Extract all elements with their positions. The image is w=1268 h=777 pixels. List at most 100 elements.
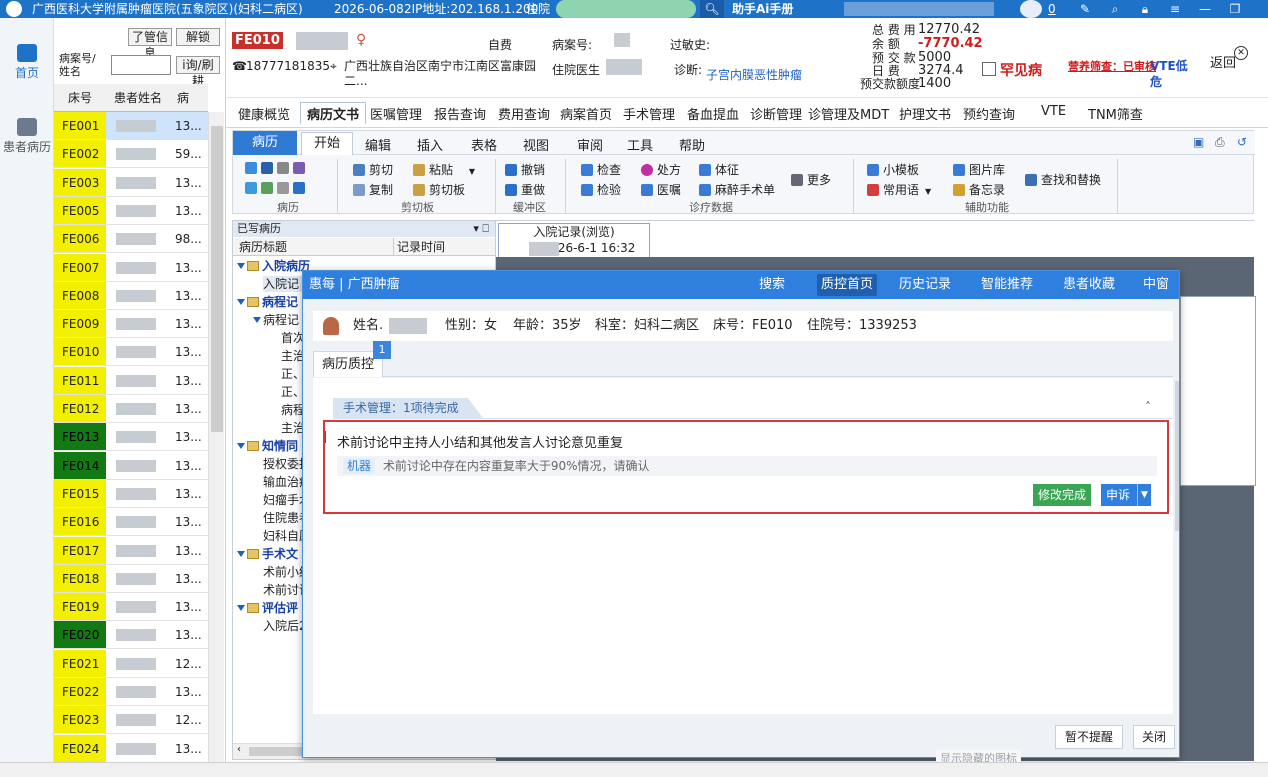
tree-node[interactable]: 入院病历 <box>237 258 310 274</box>
main-tab[interactable]: 报告查询 <box>434 104 486 123</box>
patient-row[interactable]: FE003 13... <box>54 168 208 197</box>
chevron-down-icon[interactable]: ▼ <box>1137 484 1151 506</box>
ai-manual-link[interactable]: 助手Ai手册 <box>732 0 793 18</box>
search-icon[interactable]: 🔍︎ <box>700 0 724 18</box>
chevron-left-icon[interactable]: ‹ <box>237 744 241 755</box>
rare-disease-checkbox[interactable] <box>982 62 996 76</box>
more-button[interactable]: 更多 <box>791 171 831 188</box>
main-tab[interactable]: VTE <box>1041 104 1066 119</box>
main-tab[interactable]: 预约查询 <box>963 104 1015 123</box>
exam-button[interactable]: 检查 <box>581 161 621 178</box>
main-tab[interactable]: 诊断管理 <box>750 104 802 123</box>
scroll-thumb[interactable] <box>211 126 223 432</box>
fix-complete-button[interactable]: 修改完成 <box>1033 484 1091 506</box>
expand-icon[interactable] <box>237 263 245 269</box>
qc-action[interactable]: 历史记录 <box>899 271 951 299</box>
main-tab[interactable]: TNM筛查 <box>1088 104 1143 123</box>
patient-row[interactable]: FE022 13... <box>54 678 208 706</box>
image-lib-button[interactable]: 图片库 <box>953 161 1005 178</box>
patient-row[interactable]: FE015 13... <box>54 479 208 508</box>
redo-button[interactable]: 重做 <box>505 181 545 198</box>
close-button[interactable]: 关闭 <box>1133 725 1175 749</box>
patient-row[interactable]: FE010 13... <box>54 338 208 367</box>
ribbon-tab[interactable]: 帮助 <box>679 135 705 154</box>
patient-row[interactable]: FE014 13... <box>54 451 208 480</box>
expand-icon[interactable] <box>237 605 245 611</box>
tree-node[interactable]: 手术文 <box>237 546 298 562</box>
print-icon[interactable]: ⎙ <box>1215 135 1225 150</box>
patient-row[interactable]: FE001 13... <box>54 112 208 140</box>
pin-icon[interactable]: ▾ ⎕ <box>473 221 489 237</box>
close-circle-icon[interactable]: ✕ <box>1234 46 1248 60</box>
prescription-button[interactable]: 处方 <box>641 161 681 178</box>
patient-row[interactable]: FE023 12... <box>54 706 208 735</box>
qc-action[interactable]: 质控首页 <box>817 274 878 296</box>
ribbon-tab[interactable]: 审阅 <box>577 135 603 154</box>
main-tab[interactable]: 健康概览 <box>238 104 290 123</box>
user-avatar-icon[interactable] <box>1020 0 1042 18</box>
patient-row[interactable]: FE019 13... <box>54 593 208 622</box>
manage-info-button[interactable]: 了管信息 <box>128 28 172 60</box>
mute-button[interactable]: 暂不提醒 <box>1055 725 1123 749</box>
patient-row[interactable]: FE006 98... <box>54 225 208 254</box>
query-refresh-button[interactable]: i询/刷耕 <box>176 56 220 88</box>
col-bed[interactable]: 床号 <box>68 84 92 112</box>
cut-button[interactable]: 剪切 <box>353 161 393 178</box>
bottom-scrollbar[interactable] <box>0 762 1268 777</box>
col-name[interactable]: 患者姓名 <box>114 84 162 112</box>
patient-row[interactable]: FE013 13... <box>54 423 208 452</box>
qc-action[interactable]: 智能推荐 <box>981 271 1033 299</box>
patient-row[interactable]: FE009 13... <box>54 310 208 339</box>
nutrition-screening[interactable]: 营养筛查：已审核 <box>1068 58 1156 74</box>
main-tab[interactable]: 护理文书 <box>899 104 951 123</box>
user-count[interactable]: 0 <box>1048 0 1056 18</box>
patient-row[interactable]: FE024 13... <box>54 734 208 763</box>
tree-node[interactable]: 病程记 <box>253 312 299 328</box>
qc-action[interactable]: 搜索 <box>759 271 785 299</box>
main-tab[interactable]: 诊管理及MDT <box>808 104 889 123</box>
new-doc-button[interactable] <box>245 161 309 175</box>
main-tab[interactable]: 费用查询 <box>498 104 550 123</box>
unlock-button[interactable]: 解锁 <box>176 28 220 46</box>
expand-icon[interactable] <box>253 317 261 323</box>
patient-row[interactable]: FE012 13... <box>54 395 208 423</box>
patient-list-scrollbar[interactable] <box>208 112 224 777</box>
test-button[interactable]: 检验 <box>581 181 621 198</box>
refresh-icon[interactable]: ↺ <box>1237 135 1247 149</box>
patient-row[interactable]: FE020 13... <box>54 621 208 650</box>
memo-button[interactable]: 备忘录 <box>953 181 1005 198</box>
vte-risk[interactable]: VTE低危 <box>1150 58 1188 90</box>
vitals-button[interactable]: 体征 <box>699 161 739 178</box>
patient-row[interactable]: FE002 59... <box>54 140 208 169</box>
patient-row[interactable]: FE007 13... <box>54 253 208 282</box>
undo-button[interactable]: 撤销 <box>505 161 545 178</box>
paste-button[interactable]: 粘贴 ▼ <box>413 161 475 178</box>
tree-node[interactable]: 入院后2 <box>263 618 307 634</box>
main-tab[interactable]: 备血提血 <box>687 104 739 123</box>
chevron-down-icon[interactable]: ▼ <box>469 167 475 176</box>
qc-section-header[interactable]: 手术管理：1项待完成 <box>333 398 483 418</box>
menu-icon[interactable]: ≡ <box>1160 0 1190 18</box>
qc-scrollbar[interactable] <box>1175 381 1179 531</box>
diagnosis-value[interactable]: 子宫内膜恶性肿瘤 <box>706 66 802 83</box>
col-title[interactable]: 病历标题 <box>239 238 287 256</box>
ribbon-tab[interactable]: 表格 <box>471 135 497 154</box>
patient-row[interactable]: FE021 12... <box>54 649 208 678</box>
order-button[interactable]: 医嘱 <box>641 181 681 198</box>
back-button[interactable]: 返回 <box>1210 52 1236 71</box>
find-replace-button[interactable]: 查找和替换 <box>1025 171 1101 188</box>
expand-icon[interactable] <box>237 551 245 557</box>
appeal-button[interactable]: 申诉 ▼ <box>1101 484 1151 506</box>
qc-action[interactable]: 中窗 <box>1143 271 1169 299</box>
tree-node[interactable]: 评估评 <box>237 600 298 616</box>
patient-row[interactable]: FE005 13... <box>54 196 208 225</box>
col-case[interactable]: 病 <box>177 84 189 112</box>
patient-row[interactable]: FE016 13... <box>54 508 208 537</box>
chevron-up-icon[interactable]: ˄ <box>1145 400 1151 414</box>
copy-button[interactable]: 复制 <box>353 181 393 198</box>
phrases-button[interactable]: 常用语 ▼ <box>867 181 931 198</box>
ribbon-tab[interactable]: 开始 <box>301 132 353 155</box>
expand-icon[interactable] <box>237 443 245 449</box>
search-icon[interactable]: ⌕ <box>1100 0 1130 18</box>
tools-row-button[interactable] <box>245 181 309 195</box>
